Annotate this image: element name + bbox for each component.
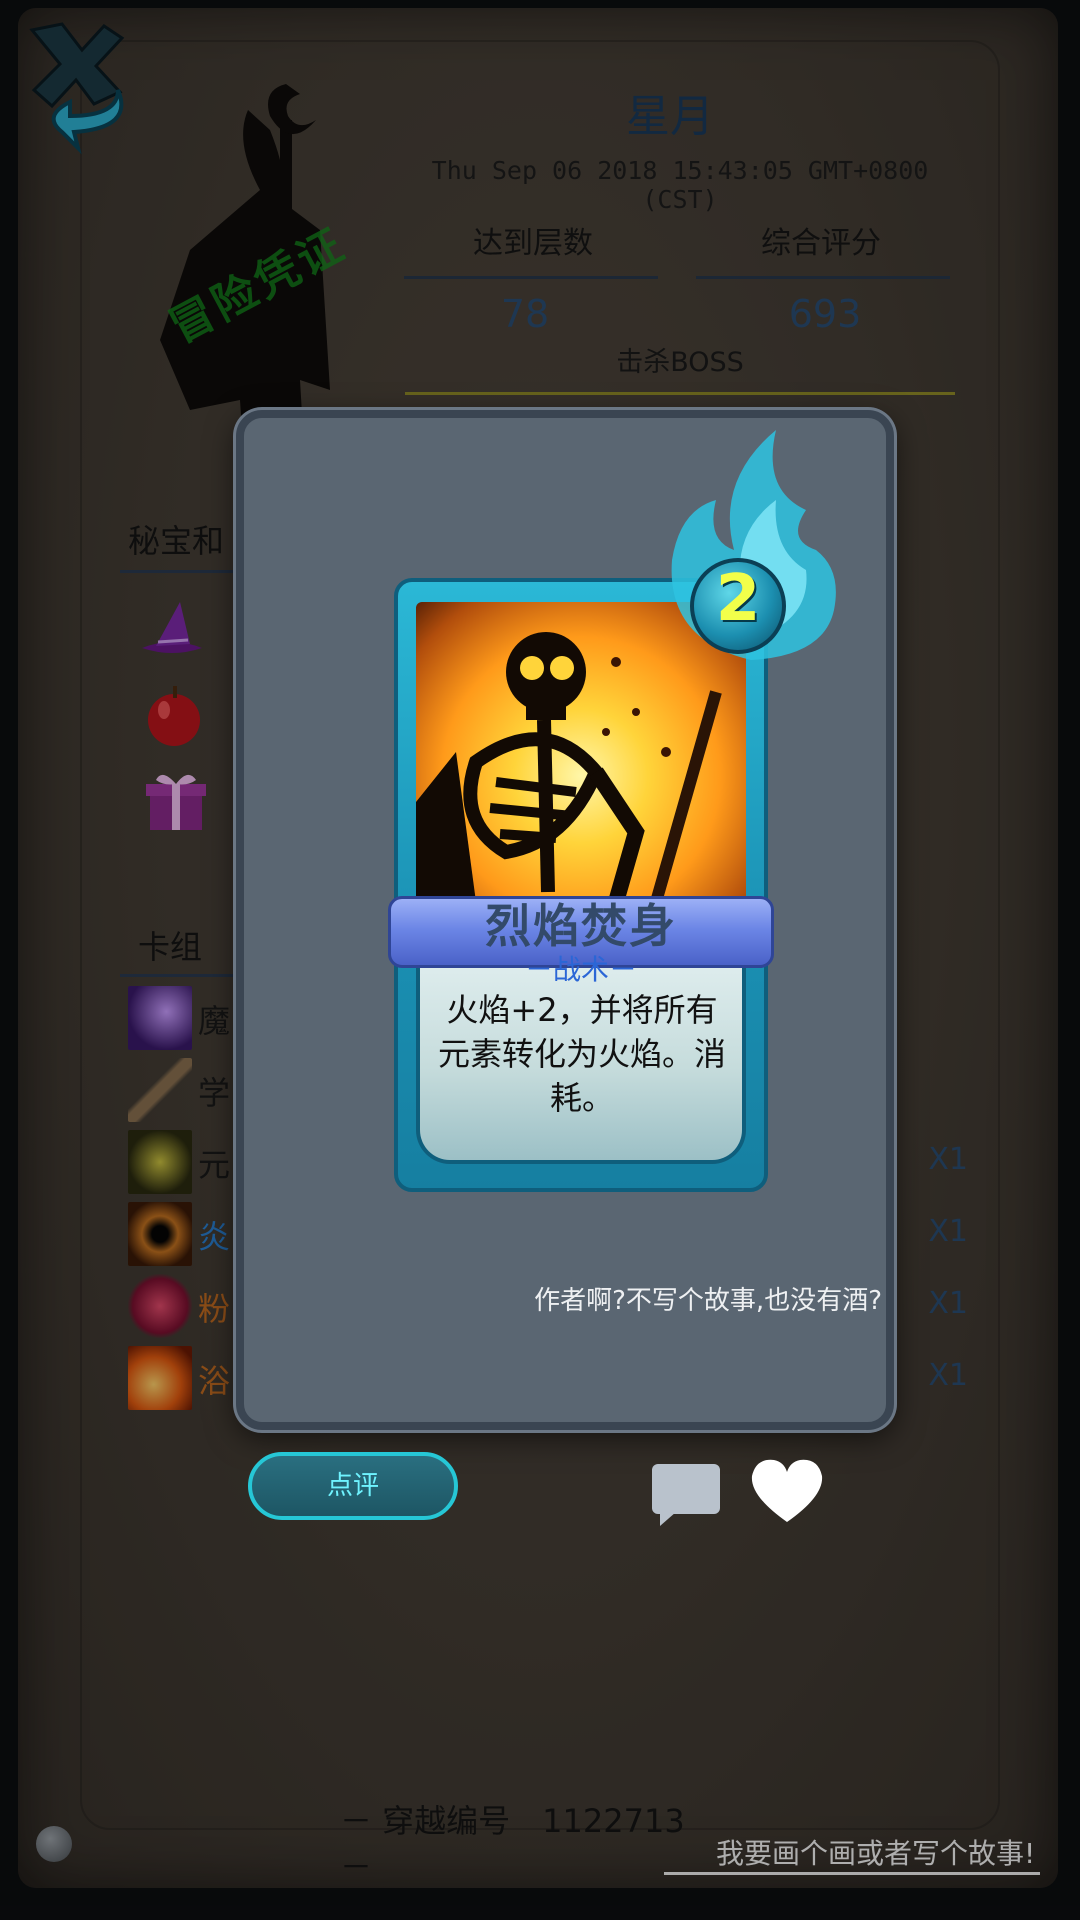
- card-preview: 烈焰焚身 －战术－ 火焰+2，并将所有元素转化为火焰。消耗。: [388, 578, 774, 1192]
- card-cost-value: 2: [715, 562, 761, 636]
- card-description: 火焰+2，并将所有元素转化为火焰。消耗。: [437, 991, 726, 1117]
- card-title: 烈焰焚身: [485, 899, 677, 953]
- card-type: －战术－: [524, 953, 637, 986]
- comment-icon[interactable]: [650, 1462, 722, 1526]
- author-note: 作者啊?不写个故事,也没有酒?: [534, 1286, 882, 1316]
- heart-icon[interactable]: [748, 1458, 826, 1524]
- review-button[interactable]: 点评: [248, 1452, 458, 1520]
